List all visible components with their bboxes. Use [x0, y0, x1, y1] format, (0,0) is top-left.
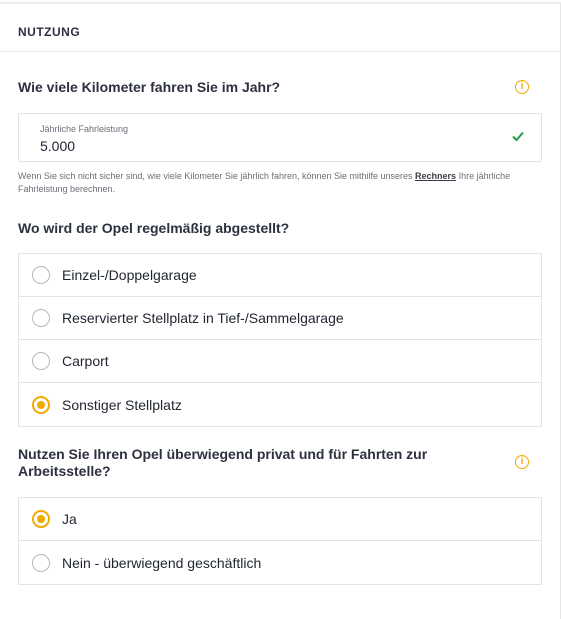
info-icon[interactable]: i: [515, 80, 529, 94]
parking-question: Wo wird der Opel regelmäßig abgestellt?: [18, 220, 290, 236]
radio-button-selected[interactable]: [32, 510, 50, 528]
section-title: NUTZUNG: [18, 25, 81, 39]
option-label: Sonstiger Stellplatz: [62, 396, 182, 413]
usage-question: Nutzen Sie Ihren Opel überwiegend privat…: [18, 446, 428, 479]
radio-button[interactable]: [32, 266, 50, 284]
calculator-link[interactable]: Rechners: [415, 171, 456, 181]
mileage-field[interactable]: Jährliche Fahrleistung 5.000: [18, 113, 542, 162]
usage-option-no[interactable]: Nein - überwiegend geschäftlich: [19, 541, 541, 584]
radio-button-selected[interactable]: [32, 395, 50, 414]
parking-option-other[interactable]: Sonstiger Stellplatz: [19, 383, 541, 426]
mileage-question: Wie viele Kilometer fahren Sie im Jahr?: [18, 79, 281, 95]
option-label: Carport: [62, 353, 109, 369]
parking-option-garage[interactable]: Einzel-/Doppelgarage: [19, 254, 541, 297]
check-icon: [512, 131, 524, 142]
option-label: Nein - überwiegend geschäftlich: [62, 554, 262, 571]
mileage-field-label: Jährliche Fahrleistung: [40, 124, 129, 134]
parking-option-carport[interactable]: Carport: [19, 340, 541, 383]
parking-options: Einzel-/Doppelgarage Reservierter Stellp…: [18, 253, 542, 427]
radio-button[interactable]: [32, 352, 50, 370]
option-label: Einzel-/Doppelgarage: [62, 267, 197, 283]
usage-card: NUTZUNG Wie viele Kilometer fahren Sie i…: [0, 2, 561, 619]
usage-options: Ja Nein - überwiegend geschäftlich: [18, 497, 542, 585]
radio-button[interactable]: [32, 553, 50, 572]
radio-button[interactable]: [32, 309, 50, 327]
usage-option-yes[interactable]: Ja: [19, 498, 541, 541]
option-label: Reservierter Stellplatz in Tief-/Sammelg…: [62, 310, 344, 326]
info-icon[interactable]: i: [515, 455, 529, 469]
section-header: NUTZUNG: [0, 4, 560, 52]
mileage-field-value[interactable]: 5.000: [40, 138, 75, 154]
option-label: Ja: [62, 511, 77, 527]
parking-option-reserved[interactable]: Reservierter Stellplatz in Tief-/Sammelg…: [19, 297, 541, 340]
mileage-hint: Wenn Sie sich nicht sicher sind, wie vie…: [18, 171, 511, 194]
